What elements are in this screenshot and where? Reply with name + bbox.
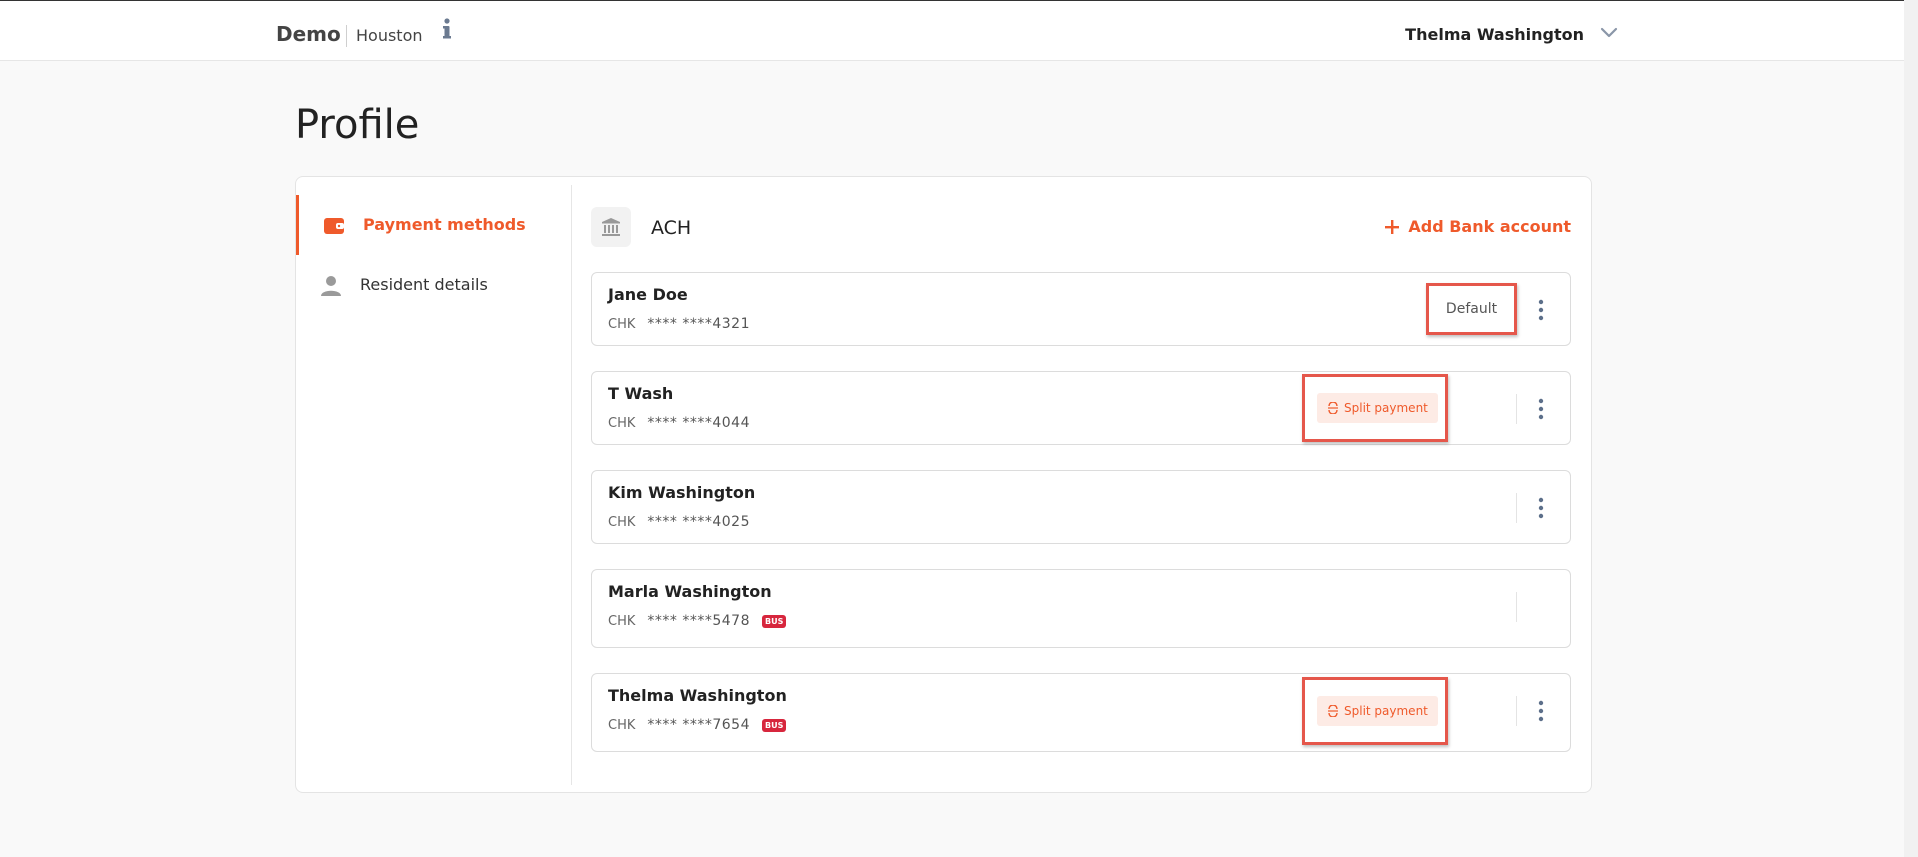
account-holder-name: Marla Washington <box>608 582 772 601</box>
card-divider <box>1516 493 1517 523</box>
split-icon <box>1328 705 1338 717</box>
account-number: CHK **** ****7654 BUS <box>608 717 787 733</box>
brand-separator <box>346 25 347 47</box>
profile-panel: Payment methods Resident details ACH Add… <box>295 176 1592 793</box>
brand-name[interactable]: Demo <box>276 22 341 46</box>
masked-account-number: **** ****4044 <box>647 415 750 431</box>
account-holder-name: Thelma Washington <box>608 686 787 705</box>
chevron-down-icon[interactable] <box>1600 27 1618 39</box>
page-title: Profile <box>295 102 420 148</box>
business-tag: BUS <box>761 614 787 628</box>
account-type: CHK <box>608 316 636 332</box>
more-options-icon[interactable] <box>1538 299 1544 321</box>
sidebar-item-resident-details[interactable]: Resident details <box>296 255 571 315</box>
more-options-icon[interactable] <box>1538 700 1544 722</box>
bank-account-card[interactable]: Kim Washington CHK **** ****4025 <box>591 470 1571 544</box>
split-payment-label: Split payment <box>1344 704 1428 718</box>
add-bank-account-button[interactable]: Add Bank account <box>1384 217 1571 236</box>
card-divider <box>1516 592 1517 622</box>
account-type: CHK <box>608 514 636 530</box>
masked-account-number: **** ****4321 <box>647 316 750 332</box>
plus-icon <box>1385 219 1400 234</box>
bank-account-card[interactable]: Marla Washington CHK **** ****5478 BUS <box>591 569 1571 648</box>
bank-icon <box>602 218 620 236</box>
account-number: CHK **** ****4321 <box>608 316 750 332</box>
split-payment-badge[interactable]: Split payment <box>1317 696 1438 726</box>
masked-account-number: **** ****7654 <box>647 717 750 733</box>
sidebar-item-payment-methods[interactable]: Payment methods <box>296 195 574 255</box>
default-badge: Default <box>1426 283 1517 335</box>
info-icon[interactable] <box>441 17 453 41</box>
bank-account-card[interactable]: T Wash CHK **** ****4044 Split payment <box>591 371 1571 445</box>
sidebar-item-label: Resident details <box>360 275 488 294</box>
bank-icon-box <box>591 207 631 247</box>
ach-section-header: ACH Add Bank account <box>591 207 1571 251</box>
account-number: CHK **** ****5478 BUS <box>608 613 787 629</box>
more-options-icon[interactable] <box>1538 497 1544 519</box>
account-holder-name: T Wash <box>608 384 674 403</box>
account-number: CHK **** ****4044 <box>608 415 750 431</box>
bank-account-card[interactable]: Jane Doe CHK **** ****4321 Default <box>591 272 1571 346</box>
card-divider <box>1516 394 1517 424</box>
split-icon <box>1328 402 1338 414</box>
add-bank-account-label: Add Bank account <box>1408 217 1571 236</box>
account-type: CHK <box>608 613 636 629</box>
ach-title: ACH <box>651 217 692 239</box>
wallet-icon <box>324 218 344 234</box>
profile-sidebar: Payment methods Resident details <box>296 185 572 785</box>
business-tag: BUS <box>761 718 787 732</box>
masked-account-number: **** ****4025 <box>647 514 750 530</box>
user-menu-name[interactable]: Thelma Washington <box>1405 25 1584 44</box>
property-city: Houston <box>356 26 423 45</box>
masked-account-number: **** ****5478 <box>647 613 750 629</box>
account-number: CHK **** ****4025 <box>608 514 750 530</box>
account-type: CHK <box>608 717 636 733</box>
account-holder-name: Jane Doe <box>608 285 688 304</box>
account-holder-name: Kim Washington <box>608 483 756 502</box>
card-divider <box>1516 696 1517 726</box>
person-icon <box>321 276 341 296</box>
split-payment-highlight: Split payment <box>1302 677 1448 745</box>
top-bar: Demo Houston Thelma Washington <box>0 0 1918 61</box>
more-options-icon[interactable] <box>1538 398 1544 420</box>
split-payment-highlight: Split payment <box>1302 374 1448 442</box>
split-payment-label: Split payment <box>1344 401 1428 415</box>
account-type: CHK <box>608 415 636 431</box>
page-scrollbar[interactable] <box>1904 0 1918 857</box>
split-payment-badge[interactable]: Split payment <box>1317 393 1438 423</box>
sidebar-item-label: Payment methods <box>363 215 526 234</box>
bank-account-card[interactable]: Thelma Washington CHK **** ****7654 BUS … <box>591 673 1571 752</box>
